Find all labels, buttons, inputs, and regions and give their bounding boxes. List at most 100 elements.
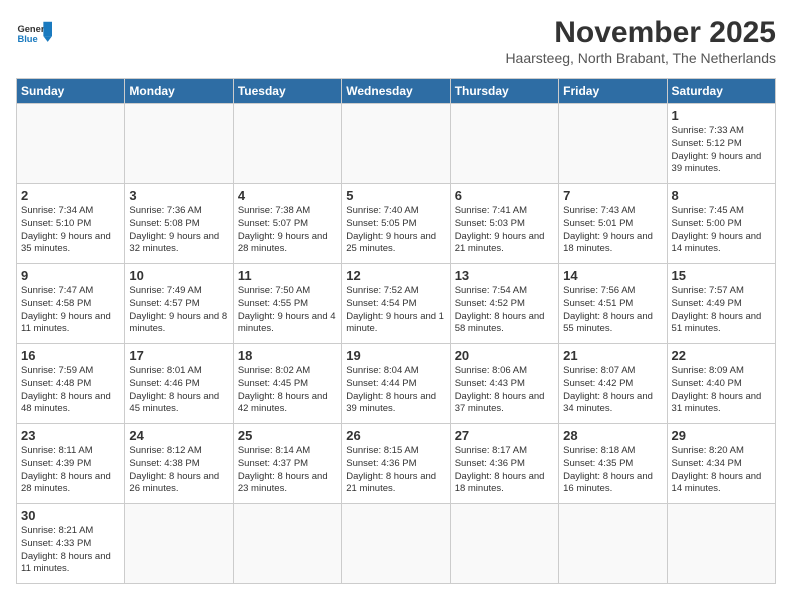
calendar-cell: 25 Sunrise: 8:14 AM Sunset: 4:37 PM Dayli… <box>233 424 341 504</box>
calendar-cell: 2 Sunrise: 7:34 AM Sunset: 5:10 PM Daylig… <box>17 184 125 264</box>
calendar-cell <box>233 104 341 184</box>
calendar-week-4: 16Sunrise: 7:59 AM Sunset: 4:48 PM Dayli… <box>17 344 776 424</box>
day-number: 7 <box>563 188 662 203</box>
day-number: 20 <box>455 348 554 363</box>
day-info: Sunrise: 7:34 AM Sunset: 5:10 PM Dayligh… <box>21 205 120 256</box>
calendar-cell: 14 Sunrise: 7:56 AM Sunset: 4:51 PM Dayli… <box>559 264 667 344</box>
calendar-week-5: 23Sunrise: 8:11 AM Sunset: 4:39 PM Dayli… <box>17 424 776 504</box>
calendar-cell <box>559 504 667 584</box>
day-info: Sunrise: 7:38 AM Sunset: 5:07 PM Dayligh… <box>238 205 337 256</box>
calendar-cell: 6 Sunrise: 7:41 AM Sunset: 5:03 PM Daylig… <box>450 184 558 264</box>
day-info: Sunrise: 8:14 AM Sunset: 4:37 PM Dayligh… <box>238 445 337 496</box>
day-info: Sunrise: 7:49 AM Sunset: 4:57 PM Dayligh… <box>129 285 228 336</box>
day-number: 2 <box>21 188 120 203</box>
day-number: 21 <box>563 348 662 363</box>
day-number: 3 <box>129 188 228 203</box>
day-number: 22 <box>672 348 771 363</box>
calendar-week-6: 30Sunrise: 8:21 AM Sunset: 4:33 PM Dayli… <box>17 504 776 584</box>
calendar-cell <box>233 504 341 584</box>
day-info: Sunrise: 7:52 AM Sunset: 4:54 PM Dayligh… <box>346 285 445 336</box>
day-info: Sunrise: 8:09 AM Sunset: 4:40 PM Dayligh… <box>672 365 771 416</box>
calendar-cell: 26 Sunrise: 8:15 AM Sunset: 4:36 PM Dayli… <box>342 424 450 504</box>
weekday-header-monday: Monday <box>125 79 233 104</box>
calendar-cell: 20 Sunrise: 8:06 AM Sunset: 4:43 PM Dayli… <box>450 344 558 424</box>
calendar-cell: 21 Sunrise: 8:07 AM Sunset: 4:42 PM Dayli… <box>559 344 667 424</box>
day-info: Sunrise: 7:36 AM Sunset: 5:08 PM Dayligh… <box>129 205 228 256</box>
day-number: 24 <box>129 428 228 443</box>
weekday-header-tuesday: Tuesday <box>233 79 341 104</box>
day-info: Sunrise: 8:11 AM Sunset: 4:39 PM Dayligh… <box>21 445 120 496</box>
day-info: Sunrise: 8:15 AM Sunset: 4:36 PM Dayligh… <box>346 445 445 496</box>
calendar-cell: 7 Sunrise: 7:43 AM Sunset: 5:01 PM Daylig… <box>559 184 667 264</box>
weekday-header-saturday: Saturday <box>667 79 775 104</box>
calendar-cell: 23Sunrise: 8:11 AM Sunset: 4:39 PM Dayli… <box>17 424 125 504</box>
calendar-cell <box>125 104 233 184</box>
logo: General Blue <box>16 16 52 52</box>
day-number: 9 <box>21 268 120 283</box>
calendar-cell <box>559 104 667 184</box>
calendar-cell: 8 Sunrise: 7:45 AM Sunset: 5:00 PM Daylig… <box>667 184 775 264</box>
day-number: 11 <box>238 268 337 283</box>
day-info: Sunrise: 8:02 AM Sunset: 4:45 PM Dayligh… <box>238 365 337 416</box>
calendar-cell: 29 Sunrise: 8:20 AM Sunset: 4:34 PM Dayli… <box>667 424 775 504</box>
calendar-cell: 12Sunrise: 7:52 AM Sunset: 4:54 PM Dayli… <box>342 264 450 344</box>
calendar-cell: 4Sunrise: 7:38 AM Sunset: 5:07 PM Daylig… <box>233 184 341 264</box>
calendar-cell <box>17 104 125 184</box>
calendar-week-1: 1Sunrise: 7:33 AM Sunset: 5:12 PM Daylig… <box>17 104 776 184</box>
day-info: Sunrise: 8:07 AM Sunset: 4:42 PM Dayligh… <box>563 365 662 416</box>
day-number: 26 <box>346 428 445 443</box>
calendar-cell <box>450 104 558 184</box>
weekday-header-thursday: Thursday <box>450 79 558 104</box>
calendar-cell: 18Sunrise: 8:02 AM Sunset: 4:45 PM Dayli… <box>233 344 341 424</box>
weekday-header-row: SundayMondayTuesdayWednesdayThursdayFrid… <box>17 79 776 104</box>
day-info: Sunrise: 8:18 AM Sunset: 4:35 PM Dayligh… <box>563 445 662 496</box>
day-info: Sunrise: 8:12 AM Sunset: 4:38 PM Dayligh… <box>129 445 228 496</box>
day-info: Sunrise: 7:50 AM Sunset: 4:55 PM Dayligh… <box>238 285 337 336</box>
day-info: Sunrise: 7:43 AM Sunset: 5:01 PM Dayligh… <box>563 205 662 256</box>
day-number: 25 <box>238 428 337 443</box>
calendar-cell: 28 Sunrise: 8:18 AM Sunset: 4:35 PM Dayli… <box>559 424 667 504</box>
weekday-header-wednesday: Wednesday <box>342 79 450 104</box>
day-info: Sunrise: 7:57 AM Sunset: 4:49 PM Dayligh… <box>672 285 771 336</box>
calendar-table: SundayMondayTuesdayWednesdayThursdayFrid… <box>16 78 776 584</box>
day-info: Sunrise: 7:45 AM Sunset: 5:00 PM Dayligh… <box>672 205 771 256</box>
day-info: Sunrise: 7:56 AM Sunset: 4:51 PM Dayligh… <box>563 285 662 336</box>
day-info: Sunrise: 8:06 AM Sunset: 4:43 PM Dayligh… <box>455 365 554 416</box>
calendar-cell <box>342 504 450 584</box>
day-number: 10 <box>129 268 228 283</box>
calendar-cell: 5Sunrise: 7:40 AM Sunset: 5:05 PM Daylig… <box>342 184 450 264</box>
day-number: 28 <box>563 428 662 443</box>
day-number: 8 <box>672 188 771 203</box>
day-number: 19 <box>346 348 445 363</box>
month-title: November 2025 <box>505 16 776 50</box>
svg-text:Blue: Blue <box>17 34 37 44</box>
calendar-cell: 1Sunrise: 7:33 AM Sunset: 5:12 PM Daylig… <box>667 104 775 184</box>
calendar-cell <box>450 504 558 584</box>
day-info: Sunrise: 7:47 AM Sunset: 4:58 PM Dayligh… <box>21 285 120 336</box>
day-number: 27 <box>455 428 554 443</box>
calendar-week-2: 2 Sunrise: 7:34 AM Sunset: 5:10 PM Daylig… <box>17 184 776 264</box>
calendar-cell: 22 Sunrise: 8:09 AM Sunset: 4:40 PM Dayli… <box>667 344 775 424</box>
day-info: Sunrise: 7:41 AM Sunset: 5:03 PM Dayligh… <box>455 205 554 256</box>
calendar-cell: 11 Sunrise: 7:50 AM Sunset: 4:55 PM Dayli… <box>233 264 341 344</box>
calendar-cell <box>342 104 450 184</box>
calendar-cell: 24 Sunrise: 8:12 AM Sunset: 4:38 PM Dayli… <box>125 424 233 504</box>
page-header: General Blue November 2025 Haarsteeg, No… <box>16 16 776 66</box>
calendar-cell: 17Sunrise: 8:01 AM Sunset: 4:46 PM Dayli… <box>125 344 233 424</box>
calendar-cell <box>667 504 775 584</box>
weekday-header-sunday: Sunday <box>17 79 125 104</box>
title-block: November 2025 Haarsteeg, North Brabant, … <box>505 16 776 66</box>
day-number: 29 <box>672 428 771 443</box>
day-info: Sunrise: 8:04 AM Sunset: 4:44 PM Dayligh… <box>346 365 445 416</box>
location-subtitle: Haarsteeg, North Brabant, The Netherland… <box>505 50 776 66</box>
day-number: 13 <box>455 268 554 283</box>
day-info: Sunrise: 8:20 AM Sunset: 4:34 PM Dayligh… <box>672 445 771 496</box>
day-info: Sunrise: 7:40 AM Sunset: 5:05 PM Dayligh… <box>346 205 445 256</box>
calendar-cell: 9 Sunrise: 7:47 AM Sunset: 4:58 PM Daylig… <box>17 264 125 344</box>
day-info: Sunrise: 8:17 AM Sunset: 4:36 PM Dayligh… <box>455 445 554 496</box>
day-number: 6 <box>455 188 554 203</box>
calendar-cell: 27 Sunrise: 8:17 AM Sunset: 4:36 PM Dayli… <box>450 424 558 504</box>
day-number: 17 <box>129 348 228 363</box>
logo-icon: General Blue <box>16 16 52 52</box>
day-number: 14 <box>563 268 662 283</box>
